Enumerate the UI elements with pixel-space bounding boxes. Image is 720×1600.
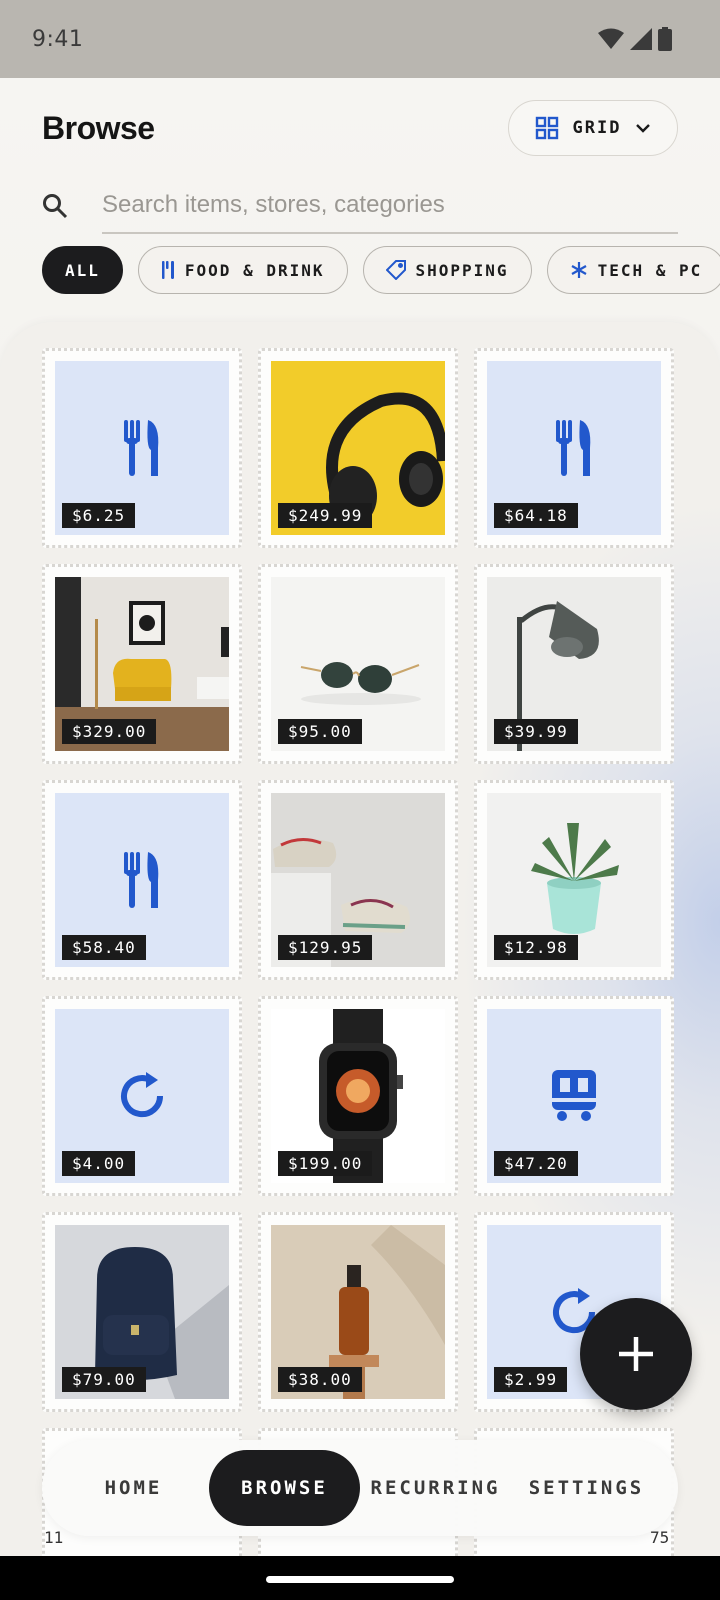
item-stamp[interactable]: $12.98 bbox=[474, 780, 674, 980]
item-stamp[interactable]: $39.99 bbox=[474, 564, 674, 764]
item-stamp[interactable]: $199.00 bbox=[258, 996, 458, 1196]
item-stamp[interactable]: $129.95 bbox=[258, 780, 458, 980]
search-icon[interactable] bbox=[42, 193, 102, 219]
item-price: $38.00 bbox=[278, 1367, 362, 1392]
item-price: $12.98 bbox=[494, 935, 578, 960]
plus-icon bbox=[619, 1337, 653, 1371]
signal-icon bbox=[630, 28, 652, 50]
fork-knife-icon bbox=[556, 420, 591, 476]
chip-label: FOOD & DRINK bbox=[184, 260, 325, 280]
chip-label: SHOPPING bbox=[415, 260, 509, 280]
item-stamp[interactable]: $79.00 bbox=[42, 1212, 242, 1412]
grid-icon bbox=[535, 116, 558, 140]
item-stamp[interactable]: $95.00 bbox=[258, 564, 458, 764]
asterisk-icon bbox=[571, 262, 587, 278]
battery-icon bbox=[658, 27, 672, 51]
status-bar: 9:41 bbox=[0, 0, 720, 78]
nav-home[interactable]: HOME bbox=[58, 1450, 209, 1526]
tag-icon bbox=[385, 260, 406, 280]
item-stamp[interactable]: $58.40 bbox=[42, 780, 242, 980]
item-price: $47.20 bbox=[494, 1151, 578, 1176]
item-price: $64.18 bbox=[494, 503, 578, 528]
item-price: $2.99 bbox=[494, 1367, 568, 1392]
status-time: 9:41 bbox=[32, 26, 84, 52]
browse-screen: Browse GRID ALL FOOD & DRINK SHOPPING bbox=[0, 78, 720, 1556]
nav-settings[interactable]: SETTINGS bbox=[511, 1450, 662, 1526]
chip-shopping[interactable]: SHOPPING bbox=[362, 246, 532, 294]
search-bar bbox=[42, 178, 678, 234]
item-price: $79.00 bbox=[62, 1367, 146, 1392]
item-stamp[interactable]: $47.20 bbox=[474, 996, 674, 1196]
nav-recurring[interactable]: RECURRING bbox=[360, 1450, 511, 1526]
chip-label: TECH & PC bbox=[597, 260, 703, 280]
transit-icon bbox=[552, 1070, 596, 1121]
item-price: $6.25 bbox=[62, 503, 136, 528]
item-price: $58.40 bbox=[62, 935, 146, 960]
add-item-button[interactable] bbox=[580, 1298, 692, 1410]
item-price: $129.95 bbox=[278, 935, 373, 960]
fork-knife-icon bbox=[161, 261, 174, 279]
item-price: $329.00 bbox=[62, 719, 157, 744]
wifi-icon bbox=[598, 28, 624, 49]
chip-food-drink[interactable]: FOOD & DRINK bbox=[137, 246, 348, 294]
category-chips: ALL FOOD & DRINK SHOPPING TECH & PC bbox=[42, 246, 720, 294]
recurring-icon bbox=[121, 1072, 164, 1118]
home-gesture-handle[interactable] bbox=[266, 1576, 454, 1583]
partial-item-text: 11 bbox=[44, 1528, 64, 1547]
items-grid: $6.25 $249.99 $64.18 $329.00 $95.00 $39.… bbox=[42, 348, 678, 1556]
header: Browse GRID bbox=[42, 100, 678, 156]
item-price: $39.99 bbox=[494, 719, 578, 744]
item-price: $4.00 bbox=[62, 1151, 136, 1176]
item-stamp[interactable]: $249.99 bbox=[258, 348, 458, 548]
search-input[interactable] bbox=[102, 178, 678, 234]
item-price: $95.00 bbox=[278, 719, 362, 744]
view-toggle-button[interactable]: GRID bbox=[508, 100, 678, 156]
item-stamp[interactable]: $4.00 bbox=[42, 996, 242, 1196]
status-icons bbox=[598, 27, 672, 51]
chip-tech[interactable]: TECH & PC bbox=[546, 246, 720, 294]
chip-label: ALL bbox=[65, 260, 100, 280]
page-title: Browse bbox=[42, 109, 155, 146]
item-stamp[interactable]: $329.00 bbox=[42, 564, 242, 764]
item-stamp[interactable]: $64.18 bbox=[474, 348, 674, 548]
bottom-navigation: HOME BROWSE RECURRING SETTINGS bbox=[42, 1440, 678, 1536]
fork-knife-icon bbox=[124, 420, 159, 476]
item-stamp[interactable]: $38.00 bbox=[258, 1212, 458, 1412]
nav-browse[interactable]: BROWSE bbox=[209, 1450, 360, 1526]
partial-item-text: 75 bbox=[650, 1528, 670, 1547]
view-toggle-label: GRID bbox=[572, 118, 622, 138]
chip-all[interactable]: ALL bbox=[42, 246, 123, 294]
fork-knife-icon bbox=[124, 852, 159, 908]
item-price: $249.99 bbox=[278, 503, 373, 528]
item-price: $199.00 bbox=[278, 1151, 373, 1176]
item-stamp[interactable]: $6.25 bbox=[42, 348, 242, 548]
chevron-down-icon bbox=[636, 124, 651, 133]
